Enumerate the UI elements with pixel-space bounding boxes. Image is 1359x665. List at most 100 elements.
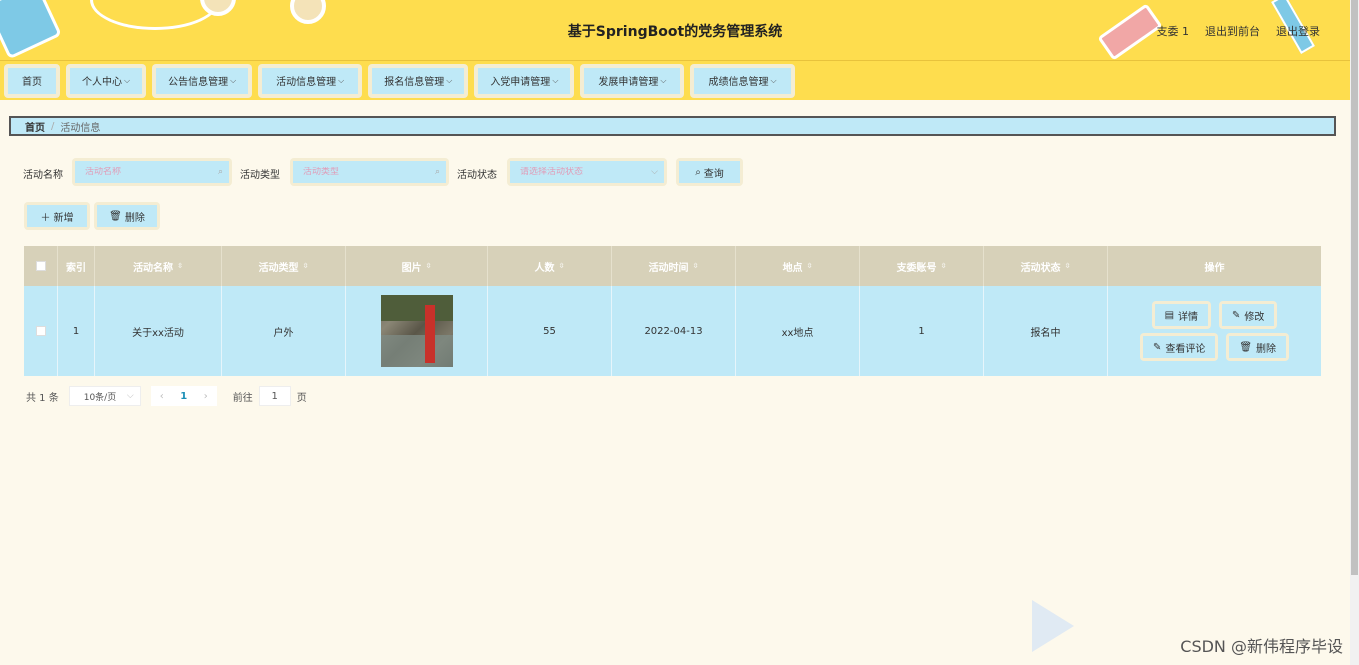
scrollbar-thumb[interactable]	[1351, 0, 1358, 575]
page-size-select[interactable]: 10条/页 ⌵	[68, 386, 141, 406]
current-user: 支委 1	[1156, 25, 1190, 38]
goto-suffix: 页	[296, 392, 307, 404]
chevron-down-icon: ⌵	[230, 75, 237, 85]
add-button[interactable]: ＋新增	[24, 202, 90, 230]
header-label: 人数	[534, 262, 555, 274]
activity-name-input[interactable]	[85, 167, 205, 177]
edit-button-label: 修改	[1244, 311, 1265, 323]
sort-icon[interactable]: ⇳	[807, 262, 813, 270]
nav-item-home[interactable]: 首页	[4, 63, 60, 98]
header-type[interactable]: 活动类型 ⇳	[222, 246, 346, 286]
nav-item-signup-management[interactable]: 报名信息管理 ⌵	[368, 63, 469, 98]
header-label: 活动时间	[648, 262, 689, 274]
nav-item-join-party-management[interactable]: 入党申请管理 ⌵	[474, 63, 575, 98]
watermark-logo-icon	[1032, 600, 1074, 652]
row-delete-button-label: 删除	[1256, 343, 1277, 355]
sort-icon[interactable]: ⇳	[559, 262, 565, 270]
nav-item-label: 报名信息管理	[384, 77, 445, 88]
query-button[interactable]: ⌕ 查询	[676, 158, 743, 186]
page-scrollbar[interactable]	[1350, 0, 1359, 665]
goto-page-input[interactable]: 1	[258, 386, 291, 406]
sort-icon[interactable]: ⇳	[693, 262, 699, 270]
chevron-down-icon: ⌵	[124, 75, 131, 85]
sort-icon[interactable]: ⇳	[177, 262, 183, 270]
nav-item-score-management[interactable]: 成绩信息管理 ⌵	[690, 63, 795, 98]
activity-status-label: 活动状态	[457, 170, 497, 181]
next-page-button[interactable]: ›	[195, 386, 217, 406]
delete-button[interactable]: 🗑 删除	[94, 202, 160, 230]
header-image[interactable]: 图片 ⇳	[346, 246, 488, 286]
trash-icon: 🗑	[1239, 341, 1253, 353]
nav-item-activity-management[interactable]: 活动信息管理 ⌵	[258, 63, 363, 98]
activity-type-input[interactable]	[303, 167, 423, 177]
header-time[interactable]: 活动时间 ⇳	[612, 246, 736, 286]
header-place[interactable]: 地点 ⇳	[736, 246, 860, 286]
page-size-label: 10条/页	[83, 392, 117, 403]
detail-button-label: 详情	[1178, 311, 1199, 323]
table-header: 索引 活动名称 ⇳ 活动类型 ⇳ 图片 ⇳ 人数 ⇳ 活动时间 ⇳ 地点 ⇳ 支委账号 ⇳ 活…	[24, 246, 1321, 286]
select-all-cell	[24, 246, 58, 286]
row-delete-button[interactable]: 🗑 删除	[1226, 333, 1290, 361]
nav-item-personal-center[interactable]: 个人中心 ⌵	[66, 63, 147, 98]
delete-button-label: 删除	[124, 212, 145, 224]
header-label: 活动类型	[258, 262, 299, 274]
breadcrumb-home[interactable]: 首页	[25, 119, 45, 134]
add-button-label: 新增	[53, 212, 74, 224]
activity-status-input[interactable]	[520, 167, 640, 177]
edit-icon: ✎	[1152, 341, 1162, 353]
query-button-label: 查询	[703, 168, 724, 180]
header-count[interactable]: 人数 ⇳	[488, 246, 612, 286]
sort-icon[interactable]: ⇳	[426, 262, 432, 270]
view-comments-button[interactable]: ✎ 查看评论	[1139, 333, 1219, 361]
csdn-watermark: CSDN @新伟程序毕设	[1180, 637, 1343, 656]
page-number[interactable]: 1	[173, 391, 195, 402]
nav-item-development-management[interactable]: 发展申请管理 ⌵	[580, 63, 685, 98]
activity-status-select[interactable]: ⌵	[507, 158, 667, 186]
trash-icon: 🗑	[109, 210, 122, 222]
cell-time: 2022-04-13	[612, 286, 736, 376]
breadcrumb-current: 活动信息	[60, 122, 101, 134]
sort-icon[interactable]: ⇳	[303, 262, 309, 270]
chevron-right-icon: ›	[203, 390, 208, 402]
header-name[interactable]: 活动名称 ⇳	[95, 246, 222, 286]
nav-item-label: 公告信息管理	[168, 77, 229, 88]
nav-item-label: 发展申请管理	[598, 77, 659, 88]
header-label: 索引	[66, 262, 86, 274]
search-icon: ⌕	[695, 166, 701, 178]
cell-image	[346, 286, 488, 376]
breadcrumb: 首页 / 活动信息	[9, 116, 1336, 136]
sort-icon[interactable]: ⇳	[941, 262, 947, 270]
chevron-down-icon: ⌵	[660, 75, 667, 85]
select-all-checkbox[interactable]	[35, 261, 46, 271]
header-index: 索引	[58, 246, 95, 286]
detail-button[interactable]: ▤ 详情	[1151, 301, 1212, 329]
row-checkbox[interactable]	[35, 326, 46, 336]
chevron-down-icon: ⌵	[126, 391, 134, 401]
app-title: 基于SpringBoot的党务管理系统	[567, 24, 783, 40]
activity-photo[interactable]	[380, 295, 453, 367]
document-icon: ▤	[1164, 309, 1175, 321]
nav-item-notice-management[interactable]: 公告信息管理 ⌵	[152, 63, 253, 98]
header-account[interactable]: 支委账号 ⇳	[860, 246, 984, 286]
nav-item-label: 成绩信息管理	[708, 77, 769, 88]
logout-link[interactable]: 退出登录	[1276, 23, 1320, 39]
header-label: 地点	[782, 262, 803, 274]
activity-name-label: 活动名称	[23, 170, 63, 181]
nav-item-label: 入党申请管理	[490, 77, 551, 88]
cell-place: xx地点	[736, 286, 860, 376]
cell-status: 报名中	[984, 286, 1108, 376]
main-nav: 首页 个人中心 ⌵ 公告信息管理 ⌵ 活动信息管理 ⌵ 报名信息管理 ⌵ 入党申请管理 ⌵…	[0, 60, 1350, 100]
header-ops: 操作	[1108, 246, 1321, 286]
prev-page-button[interactable]: ‹	[151, 386, 173, 406]
header-label: 图片	[401, 262, 422, 274]
breadcrumb-separator: /	[51, 120, 55, 132]
edit-button[interactable]: ✎ 修改	[1219, 301, 1278, 329]
chevron-down-icon: ⌵	[338, 75, 345, 85]
total-count: 共 1 条	[26, 392, 59, 404]
sort-icon[interactable]: ⇳	[1065, 262, 1071, 270]
goto-prefix: 前往	[232, 392, 253, 404]
exit-to-front-link[interactable]: 退出到前台	[1205, 23, 1260, 39]
header-status[interactable]: 活动状态 ⇳	[984, 246, 1108, 286]
plus-icon: ＋	[40, 212, 51, 224]
activity-type-label: 活动类型	[240, 170, 280, 181]
